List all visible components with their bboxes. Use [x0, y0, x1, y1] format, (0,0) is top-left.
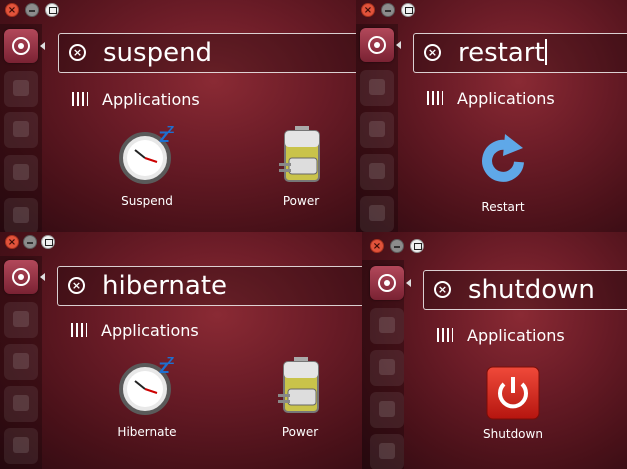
result-power[interactable]: Power — [255, 355, 345, 439]
result-hibernate[interactable]: Z Z Hibernate — [102, 355, 192, 439]
close-button[interactable]: × — [5, 235, 19, 249]
launcher-writer-icon[interactable] — [4, 155, 38, 191]
dash-panel-restart: × × restart Applications Restart — [356, 0, 627, 232]
result-power[interactable]: Power — [256, 124, 346, 208]
battery-plug-icon — [269, 124, 333, 188]
maximize-button[interactable] — [410, 239, 424, 253]
dash-panel-hibernate: × × hibernate Applications Z Z Hibernate — [0, 232, 362, 469]
result-label: Restart — [481, 200, 525, 214]
dash-home-button[interactable] — [4, 260, 38, 294]
applications-icon — [71, 323, 87, 337]
launcher — [356, 24, 401, 232]
launcher — [0, 256, 45, 469]
launcher — [362, 260, 411, 469]
search-query: shutdown — [468, 275, 595, 305]
ubuntu-logo-icon — [12, 37, 30, 55]
launcher-files-icon[interactable] — [370, 308, 404, 344]
category-heading: Applications — [71, 321, 199, 340]
search-query: hibernate — [102, 271, 228, 301]
result-label: Power — [281, 425, 319, 439]
result-suspend[interactable]: Z Z Suspend — [102, 124, 192, 208]
category-label: Applications — [102, 90, 200, 109]
active-arrow-icon — [406, 279, 411, 287]
applications-icon — [427, 91, 443, 105]
launcher-firefox-icon[interactable] — [4, 112, 38, 148]
launcher-firefox-icon[interactable] — [370, 350, 404, 386]
dash-panel-shutdown: × × shutdown Applications Shutdown — [362, 232, 627, 469]
close-button[interactable]: × — [361, 3, 375, 17]
ubuntu-logo-icon — [378, 274, 396, 292]
clock-sleep-icon: Z Z — [115, 355, 179, 419]
search-query: suspend — [103, 38, 213, 68]
result-label: Hibernate — [117, 425, 177, 439]
search-field[interactable]: × shutdown — [423, 270, 627, 310]
window-controls: × — [362, 232, 627, 254]
launcher-files-icon[interactable] — [4, 71, 38, 107]
clear-search-icon[interactable]: × — [424, 44, 441, 61]
dash-home-button[interactable] — [370, 266, 404, 300]
minimize-button[interactable] — [25, 3, 39, 17]
launcher-calc-icon[interactable] — [360, 196, 394, 232]
launcher-files-icon[interactable] — [360, 70, 394, 106]
dash-panel-suspend: × × suspend Applications Z Z Suspend Pow… — [0, 0, 356, 232]
launcher-firefox-icon[interactable] — [360, 112, 394, 148]
category-heading: Applications — [427, 89, 555, 108]
clear-search-icon[interactable]: × — [434, 281, 451, 298]
power-icon — [485, 365, 541, 421]
launcher-files-icon[interactable] — [4, 302, 38, 338]
search-field[interactable]: × suspend — [58, 33, 356, 73]
dash-home-button[interactable] — [360, 28, 394, 62]
applications-icon — [437, 328, 453, 342]
svg-text:Z: Z — [167, 356, 174, 367]
result-restart[interactable]: Restart — [458, 130, 548, 214]
battery-plug-icon — [268, 355, 332, 419]
minimize-button[interactable] — [23, 235, 37, 249]
window-controls: × — [0, 232, 362, 254]
search-field[interactable]: × hibernate — [57, 266, 362, 306]
active-arrow-icon — [40, 42, 45, 50]
active-arrow-icon — [40, 273, 45, 281]
launcher-calc-icon[interactable] — [4, 198, 38, 232]
launcher-calc-icon[interactable] — [4, 428, 38, 464]
svg-text:Z: Z — [167, 125, 174, 136]
close-button[interactable]: × — [370, 239, 384, 253]
maximize-button[interactable] — [45, 3, 59, 17]
category-label: Applications — [101, 321, 199, 340]
search-query: restart — [458, 38, 547, 68]
ubuntu-logo-icon — [12, 268, 30, 286]
category-heading: Applications — [437, 326, 565, 345]
result-label: Suspend — [121, 194, 173, 208]
applications-icon — [72, 92, 88, 106]
category-heading: Applications — [72, 90, 200, 109]
window-controls: × — [0, 0, 356, 22]
launcher-writer-icon[interactable] — [4, 386, 38, 422]
text-cursor — [544, 39, 547, 65]
maximize-button[interactable] — [401, 3, 415, 17]
result-label: Shutdown — [483, 427, 543, 441]
close-button[interactable]: × — [5, 3, 19, 17]
launcher — [0, 24, 45, 232]
launcher-calc-icon[interactable] — [370, 434, 404, 469]
ubuntu-logo-icon — [368, 36, 386, 54]
launcher-writer-icon[interactable] — [360, 154, 394, 190]
result-shutdown[interactable]: Shutdown — [468, 365, 558, 441]
result-label: Power — [282, 194, 320, 208]
launcher-firefox-icon[interactable] — [4, 344, 38, 380]
minimize-button[interactable] — [390, 239, 404, 253]
search-field[interactable]: × restart — [413, 33, 627, 73]
minimize-button[interactable] — [381, 3, 395, 17]
dash-home-button[interactable] — [4, 29, 38, 63]
restart-arrow-icon — [471, 130, 535, 194]
category-label: Applications — [467, 326, 565, 345]
clock-sleep-icon: Z Z — [115, 124, 179, 188]
clear-search-icon[interactable]: × — [68, 277, 85, 294]
category-label: Applications — [457, 89, 555, 108]
active-arrow-icon — [396, 41, 401, 49]
launcher-writer-icon[interactable] — [370, 392, 404, 428]
clear-search-icon[interactable]: × — [69, 44, 86, 61]
maximize-button[interactable] — [41, 235, 55, 249]
window-controls: × — [356, 0, 627, 22]
